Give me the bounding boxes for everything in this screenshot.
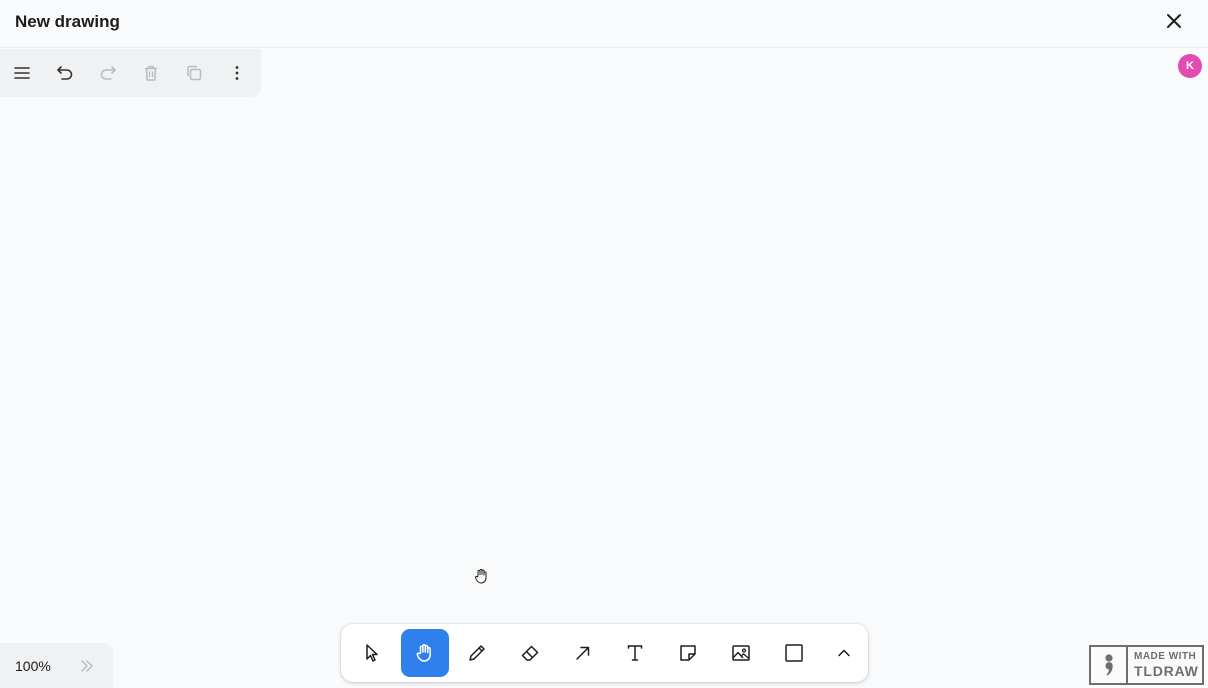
tool-arrow[interactable] [556,629,609,677]
tool-note[interactable] [662,629,715,677]
watermark-text: MADE WITH TLDRAW [1128,647,1199,683]
rectangle-icon [785,644,803,662]
page-title: New drawing [15,12,120,31]
tool-toolbar [341,624,868,682]
main-menu-button[interactable] [0,49,43,97]
text-icon [628,645,643,661]
double-chevron-right-icon [81,659,93,672]
minimap-toggle-button[interactable] [72,651,102,681]
tool-hand[interactable] [400,629,449,677]
image-icon [732,645,750,661]
duplicate-button[interactable] [172,49,215,97]
tool-rectangle[interactable] [767,629,820,677]
close-button[interactable] [1162,9,1186,33]
menu-panel [0,49,261,97]
delete-button[interactable] [129,49,172,97]
more-actions-button[interactable] [215,49,258,97]
hand-icon [416,644,431,662]
tool-eraser[interactable] [503,629,556,677]
trash-icon [144,65,157,81]
pointer-icon [366,644,379,662]
redo-icon [100,66,116,80]
watermark-line1: MADE WITH [1134,651,1197,662]
zoom-panel: 100% [0,643,113,688]
undo-icon [56,66,72,80]
kebab-icon [235,66,238,80]
watermark-line2: TLDRAW [1134,663,1199,679]
arrow-icon [575,646,589,660]
zoom-level[interactable]: 100% [15,658,70,674]
tool-text[interactable] [609,629,662,677]
tldraw-logo-icon [1091,647,1128,683]
undo-button[interactable] [43,49,86,97]
sticky-note-icon [680,645,696,661]
duplicate-icon [186,65,201,81]
tool-asset[interactable] [715,629,768,677]
made-with-tldraw-watermark[interactable]: MADE WITH TLDRAW [1089,645,1204,685]
tool-draw[interactable] [451,629,504,677]
eraser-icon [521,645,539,661]
tool-more-button[interactable] [820,629,868,677]
hamburger-icon [13,67,30,79]
hand-cursor-icon [475,569,487,584]
avatar[interactable]: K [1178,54,1202,78]
tool-select[interactable] [346,629,399,677]
redo-button[interactable] [86,49,129,97]
close-icon [1167,14,1181,28]
chevron-up-icon [838,649,850,657]
top-bar: New drawing [0,0,1208,48]
pencil-icon [469,645,485,661]
